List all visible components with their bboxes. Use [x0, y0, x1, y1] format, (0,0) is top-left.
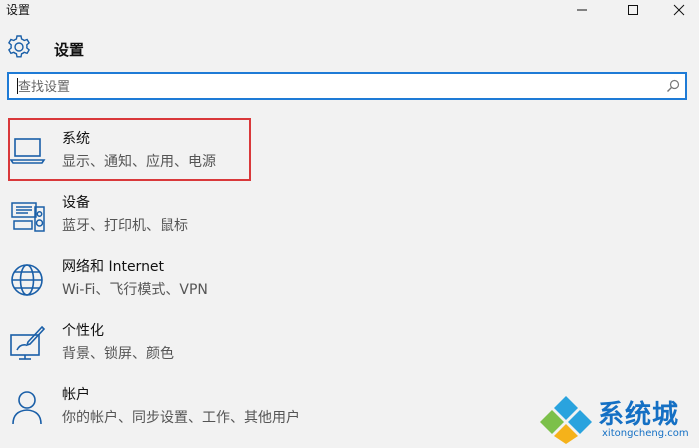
person-icon [12, 391, 42, 425]
minimize-icon [577, 9, 587, 11]
search-box[interactable] [7, 72, 687, 100]
globe-icon [11, 264, 43, 296]
window-title: 设置 [6, 3, 31, 17]
close-icon [673, 4, 685, 16]
category-title: 网络和 Internet [62, 259, 165, 275]
category-title: 设备 [62, 195, 90, 211]
category-devices[interactable]: 设备 蓝牙、打印机、鼠标 [0, 185, 560, 241]
category-subtitle: 显示、通知、应用、电源 [62, 154, 216, 170]
personalization-icon [10, 325, 46, 360]
title-bar[interactable]: 设置 [0, 0, 699, 20]
watermark-text: 系统城 [598, 400, 680, 430]
page-title: 设置 [54, 41, 85, 59]
category-subtitle: Wi-Fi、飞行模式、VPN [62, 282, 208, 298]
search-input[interactable] [18, 77, 658, 97]
devices-icon [11, 202, 45, 232]
category-network[interactable]: 网络和 Internet Wi-Fi、飞行模式、VPN [0, 249, 560, 305]
minimize-button[interactable] [559, 0, 605, 20]
category-title: 帐户 [62, 387, 90, 403]
maximize-button[interactable] [610, 0, 656, 20]
category-title: 个性化 [62, 323, 104, 339]
settings-header: 设置 [0, 30, 699, 66]
category-subtitle: 背景、锁屏、颜色 [62, 346, 174, 362]
category-accounts[interactable]: 帐户 你的帐户、同步设置、工作、其他用户 [0, 377, 560, 433]
category-subtitle: 你的帐户、同步设置、工作、其他用户 [62, 410, 300, 426]
search-icon[interactable] [666, 79, 680, 93]
close-button[interactable] [656, 0, 699, 20]
gear-icon [8, 35, 30, 58]
category-personalization[interactable]: 个性化 背景、锁屏、颜色 [0, 313, 560, 369]
laptop-icon [9, 138, 46, 164]
watermark-logo-icon [540, 396, 592, 444]
settings-window: 设置 设置 查找设置 系统 显示、通知、应用、电源 设备 蓝牙、打印机、鼠标 网… [0, 0, 699, 448]
category-title: 系统 [62, 131, 90, 147]
watermark-url: xitongcheng.com [602, 428, 689, 439]
category-system[interactable]: 系统 显示、通知、应用、电源 [0, 121, 560, 177]
maximize-icon [628, 5, 638, 15]
category-subtitle: 蓝牙、打印机、鼠标 [62, 218, 188, 234]
watermark: 系统城 xitongcheng.com [532, 386, 699, 448]
